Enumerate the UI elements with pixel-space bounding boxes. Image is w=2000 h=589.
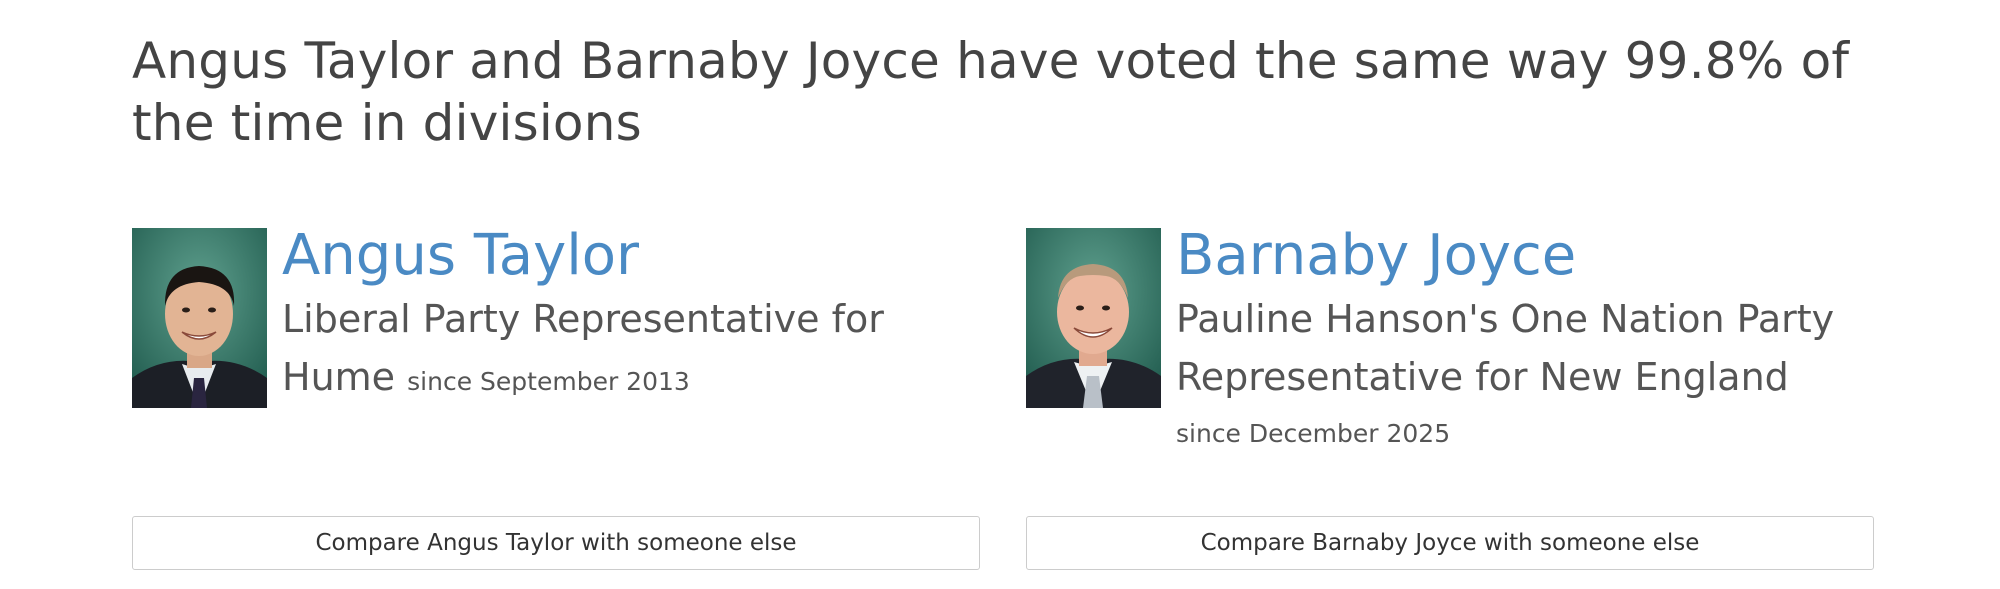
member-name-link[interactable]: Angus Taylor	[282, 224, 982, 288]
compare-barnaby-joyce-button[interactable]: Compare Barnaby Joyce with someone else	[1026, 516, 1874, 570]
member-photo[interactable]	[1026, 228, 1161, 408]
member-since: since December 2025	[1176, 419, 1451, 448]
member-role-text: Pauline Hanson's One Nation Party Repres…	[1176, 297, 1835, 399]
compare-angus-taylor-button[interactable]: Compare Angus Taylor with someone else	[132, 516, 980, 570]
member-name-link[interactable]: Barnaby Joyce	[1176, 224, 1876, 288]
member-role: Liberal Party Representative for Hume si…	[282, 290, 982, 411]
member-role: Pauline Hanson's One Nation Party Repres…	[1176, 290, 1876, 406]
member-since: since September 2013	[407, 367, 690, 396]
person-portrait-icon	[132, 228, 267, 408]
member-photo[interactable]	[132, 228, 267, 408]
page-title: Angus Taylor and Barnaby Joyce have vote…	[132, 32, 1850, 152]
person-portrait-icon	[1026, 228, 1161, 408]
